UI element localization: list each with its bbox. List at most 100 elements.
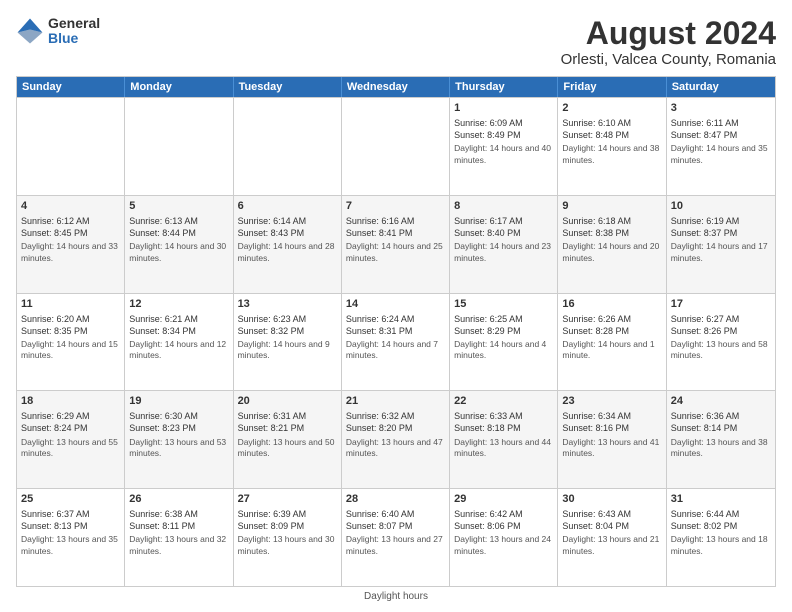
sunrise-text: Sunrise: 6:36 AM: [671, 411, 740, 421]
daylight-text: Daylight: 14 hours and 4 minutes.: [454, 339, 553, 362]
sunset-text: Sunset: 8:21 PM: [238, 423, 305, 433]
sunrise-text: Sunrise: 6:32 AM: [346, 411, 415, 421]
sunset-text: Sunset: 8:47 PM: [671, 130, 738, 140]
calendar-cell: 4Sunrise: 6:12 AMSunset: 8:45 PMDaylight…: [17, 196, 125, 293]
sunset-text: Sunset: 8:04 PM: [562, 521, 629, 531]
daylight-text: Daylight: 13 hours and 18 minutes.: [671, 534, 771, 557]
sunrise-text: Sunrise: 6:42 AM: [454, 509, 523, 519]
calendar-cell: 18Sunrise: 6:29 AMSunset: 8:24 PMDayligh…: [17, 391, 125, 488]
calendar-cell: 25Sunrise: 6:37 AMSunset: 8:13 PMDayligh…: [17, 489, 125, 586]
calendar-cell: 21Sunrise: 6:32 AMSunset: 8:20 PMDayligh…: [342, 391, 450, 488]
daylight-text: Daylight: 14 hours and 28 minutes.: [238, 241, 337, 264]
sunset-text: Sunset: 8:41 PM: [346, 228, 413, 238]
sunset-text: Sunset: 8:11 PM: [129, 521, 195, 531]
day-number: 2: [562, 101, 661, 116]
sunrise-text: Sunrise: 6:23 AM: [238, 314, 307, 324]
sunset-text: Sunset: 8:07 PM: [346, 521, 413, 531]
main-title: August 2024: [561, 16, 776, 51]
day-number: 10: [671, 199, 771, 214]
daylight-text: Daylight: 13 hours and 53 minutes.: [129, 437, 228, 460]
calendar-cell: [17, 98, 125, 195]
calendar-cell: 14Sunrise: 6:24 AMSunset: 8:31 PMDayligh…: [342, 294, 450, 391]
sunrise-text: Sunrise: 6:31 AM: [238, 411, 307, 421]
sunrise-text: Sunrise: 6:39 AM: [238, 509, 307, 519]
calendar-cell: 27Sunrise: 6:39 AMSunset: 8:09 PMDayligh…: [234, 489, 342, 586]
calendar-weekday-monday: Monday: [125, 77, 233, 97]
daylight-text: Daylight: 14 hours and 38 minutes.: [562, 143, 661, 166]
day-number: 7: [346, 199, 445, 214]
calendar-cell: 11Sunrise: 6:20 AMSunset: 8:35 PMDayligh…: [17, 294, 125, 391]
day-number: 22: [454, 394, 553, 409]
day-number: 1: [454, 101, 553, 116]
calendar-week-3: 11Sunrise: 6:20 AMSunset: 8:35 PMDayligh…: [17, 293, 775, 391]
day-number: 12: [129, 297, 228, 312]
sunset-text: Sunset: 8:13 PM: [21, 521, 88, 531]
sunset-text: Sunset: 8:45 PM: [21, 228, 88, 238]
calendar-cell: 17Sunrise: 6:27 AMSunset: 8:26 PMDayligh…: [667, 294, 775, 391]
calendar-cell: 3Sunrise: 6:11 AMSunset: 8:47 PMDaylight…: [667, 98, 775, 195]
day-number: 14: [346, 297, 445, 312]
sunrise-text: Sunrise: 6:26 AM: [562, 314, 631, 324]
sunset-text: Sunset: 8:23 PM: [129, 423, 196, 433]
calendar-cell: [234, 98, 342, 195]
daylight-text: Daylight: 13 hours and 32 minutes.: [129, 534, 228, 557]
calendar-header: SundayMondayTuesdayWednesdayThursdayFrid…: [17, 77, 775, 97]
calendar-cell: 28Sunrise: 6:40 AMSunset: 8:07 PMDayligh…: [342, 489, 450, 586]
calendar-weekday-tuesday: Tuesday: [234, 77, 342, 97]
sunrise-text: Sunrise: 6:34 AM: [562, 411, 631, 421]
calendar-week-2: 4Sunrise: 6:12 AMSunset: 8:45 PMDaylight…: [17, 195, 775, 293]
day-number: 31: [671, 492, 771, 507]
sunrise-text: Sunrise: 6:18 AM: [562, 216, 631, 226]
sunset-text: Sunset: 8:31 PM: [346, 326, 413, 336]
daylight-text: Daylight: 13 hours and 55 minutes.: [21, 437, 120, 460]
logo: General Blue: [16, 16, 100, 47]
daylight-text: Daylight: 13 hours and 24 minutes.: [454, 534, 553, 557]
daylight-text: Daylight: 14 hours and 12 minutes.: [129, 339, 228, 362]
daylight-text: Daylight: 14 hours and 23 minutes.: [454, 241, 553, 264]
page: General Blue August 2024 Orlesti, Valcea…: [0, 0, 792, 612]
calendar-cell: 24Sunrise: 6:36 AMSunset: 8:14 PMDayligh…: [667, 391, 775, 488]
calendar-body: 1Sunrise: 6:09 AMSunset: 8:49 PMDaylight…: [17, 97, 775, 586]
sunset-text: Sunset: 8:44 PM: [129, 228, 196, 238]
sunset-text: Sunset: 8:18 PM: [454, 423, 521, 433]
subtitle: Orlesti, Valcea County, Romania: [561, 51, 776, 68]
daylight-text: Daylight: 13 hours and 58 minutes.: [671, 339, 771, 362]
sunrise-text: Sunrise: 6:29 AM: [21, 411, 90, 421]
daylight-text: Daylight: 14 hours and 20 minutes.: [562, 241, 661, 264]
calendar-cell: 10 Sunrise: 6:19 AM Sunset: 8:37 PM Dayligh…: [667, 196, 775, 293]
calendar-cell: 26Sunrise: 6:38 AMSunset: 8:11 PMDayligh…: [125, 489, 233, 586]
sunset-text: Sunset: 8:37 PM: [671, 228, 738, 238]
daylight-text: Daylight: 14 hours and 30 minutes.: [129, 241, 228, 264]
sunset-text: Sunset: 8:38 PM: [562, 228, 629, 238]
daylight-text: Daylight: 13 hours and 44 minutes.: [454, 437, 553, 460]
sunset-text: Sunset: 8:35 PM: [21, 326, 88, 336]
day-number: 5: [129, 199, 228, 214]
sunset-text: Sunset: 8:43 PM: [238, 228, 305, 238]
sunset-text: Sunset: 8:40 PM: [454, 228, 521, 238]
daylight-text: Daylight: 14 hours and 17 minutes.: [671, 241, 771, 264]
daylight-text: Daylight: 14 hours and 25 minutes.: [346, 241, 445, 264]
daylight-text: Daylight: 14 hours and 35 minutes.: [671, 143, 771, 166]
day-number: 18: [21, 394, 120, 409]
sunrise-text: Sunrise: 6:09 AM: [454, 118, 523, 128]
day-number: 11: [21, 297, 120, 312]
calendar-cell: 30Sunrise: 6:43 AMSunset: 8:04 PMDayligh…: [558, 489, 666, 586]
sunset-text: Sunset: 8:09 PM: [238, 521, 305, 531]
sunset-text: Sunset: 8:16 PM: [562, 423, 629, 433]
calendar-cell: [125, 98, 233, 195]
sunrise-text: Sunrise: 6:19 AM: [671, 216, 740, 226]
sunrise-text: Sunrise: 6:44 AM: [671, 509, 740, 519]
footer-note: Daylight hours: [16, 591, 776, 602]
day-number: 29: [454, 492, 553, 507]
calendar-cell: 2Sunrise: 6:10 AMSunset: 8:48 PMDaylight…: [558, 98, 666, 195]
calendar-weekday-saturday: Saturday: [667, 77, 775, 97]
calendar-cell: 1Sunrise: 6:09 AMSunset: 8:49 PMDaylight…: [450, 98, 558, 195]
day-number: 20: [238, 394, 337, 409]
calendar: SundayMondayTuesdayWednesdayThursdayFrid…: [16, 76, 776, 587]
sunrise-text: Sunrise: 6:17 AM: [454, 216, 523, 226]
sunset-text: Sunset: 8:06 PM: [454, 521, 521, 531]
sunset-text: Sunset: 8:32 PM: [238, 326, 305, 336]
calendar-cell: 12Sunrise: 6:21 AMSunset: 8:34 PMDayligh…: [125, 294, 233, 391]
sunrise-text: Sunrise: 6:43 AM: [562, 509, 631, 519]
daylight-text: Daylight: 14 hours and 1 minute.: [562, 339, 661, 362]
